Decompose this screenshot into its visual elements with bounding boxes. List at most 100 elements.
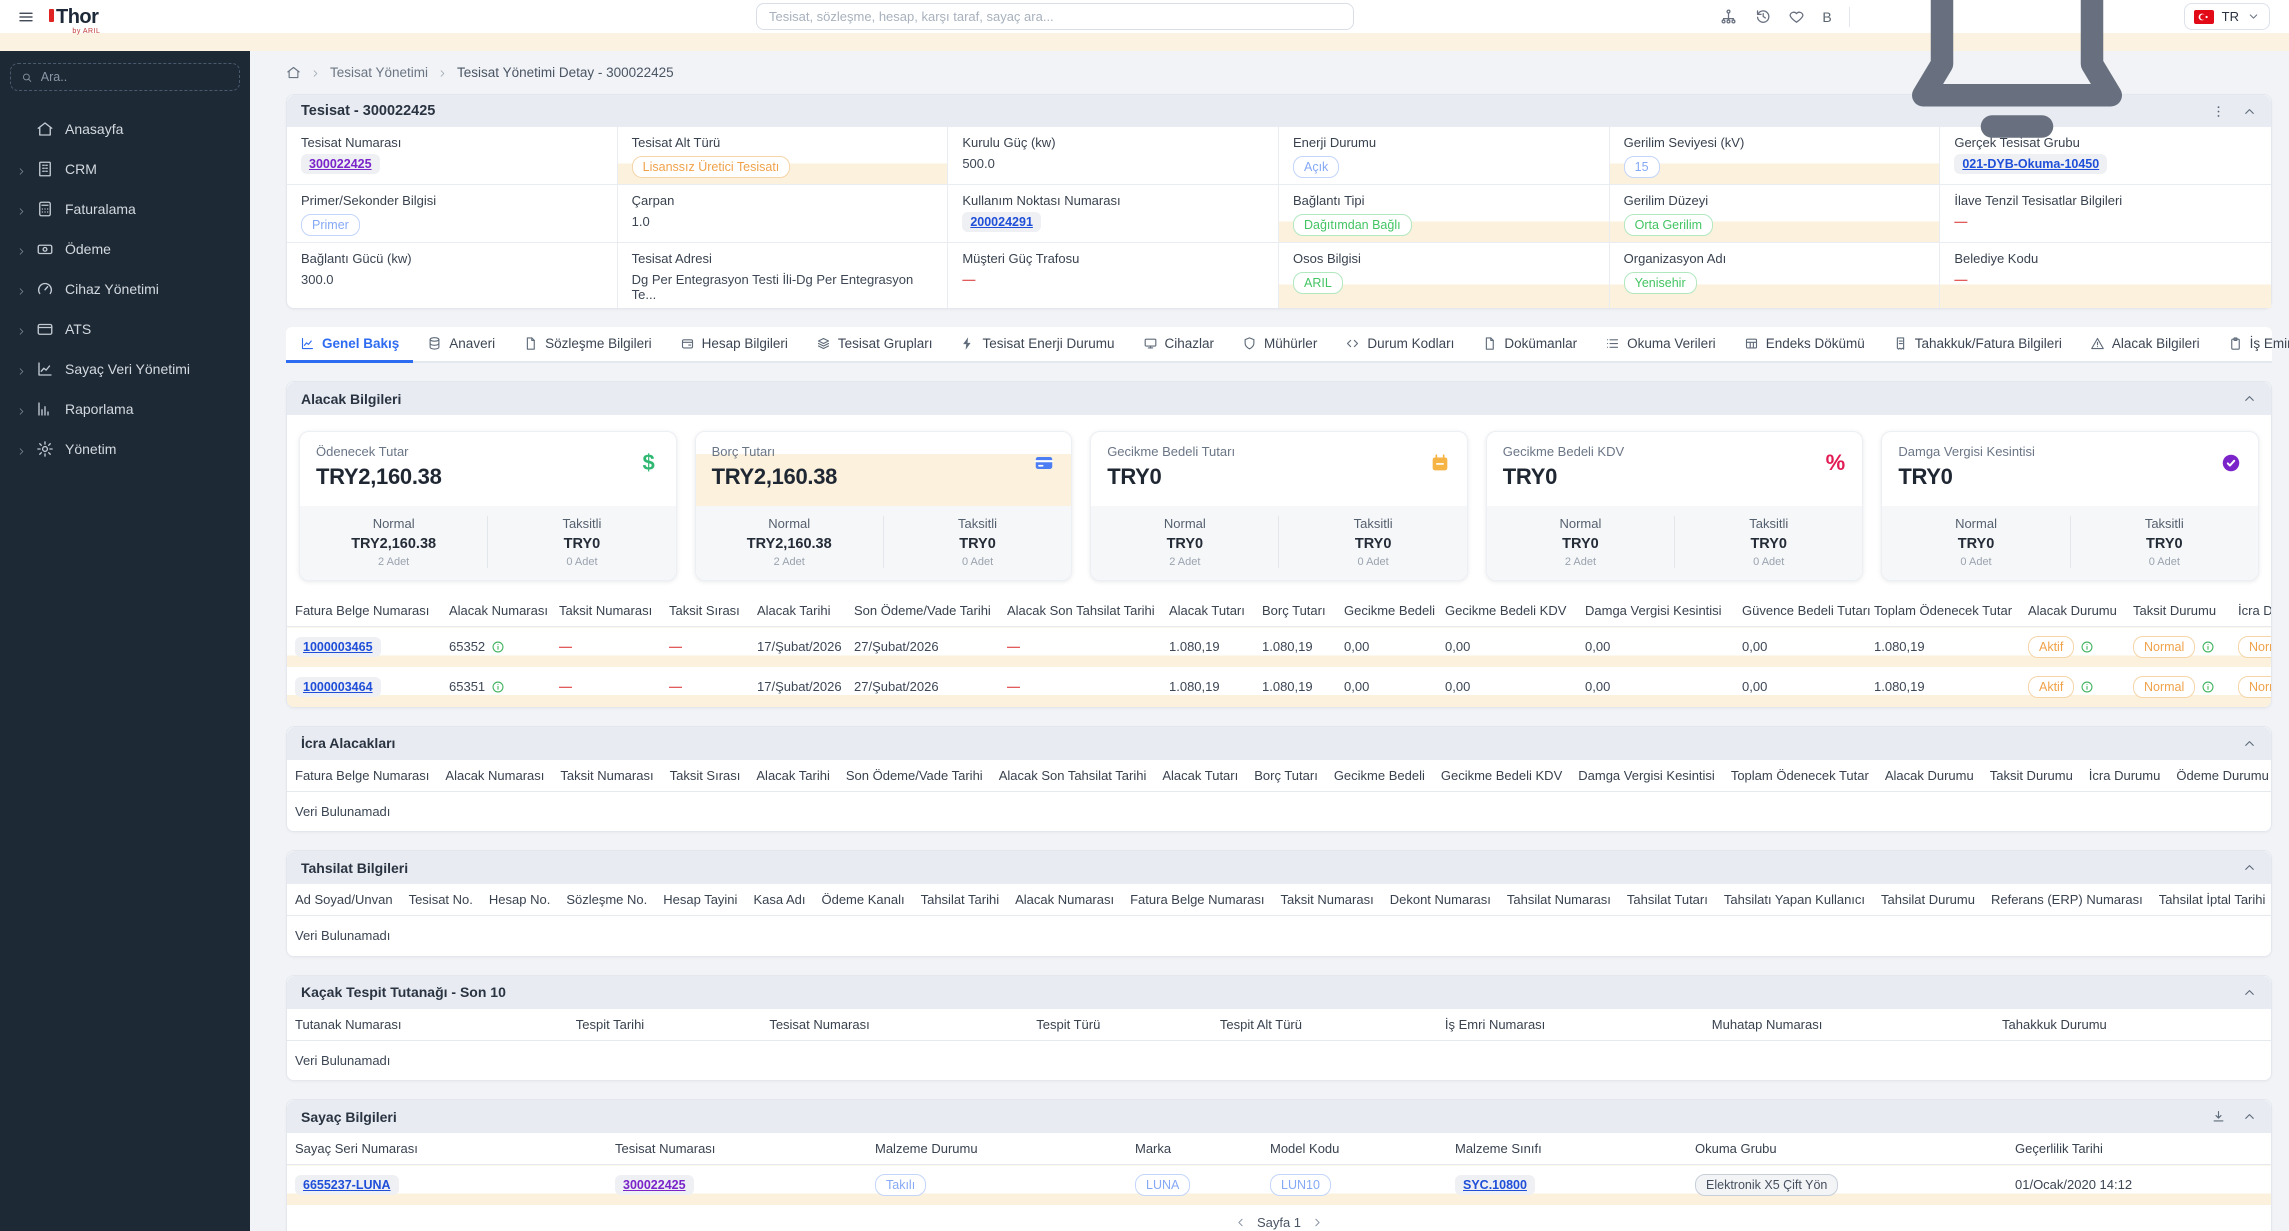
hamburger-menu-icon[interactable]: [17, 8, 35, 26]
sidebar-item--deme[interactable]: Ödeme: [10, 229, 240, 269]
tab-s-zle-me-bilgileri[interactable]: Sözleşme Bilgileri: [509, 327, 666, 363]
column-header: Alacak Numarası: [437, 759, 553, 792]
collapse-chevron-up-icon[interactable]: [2242, 104, 2257, 119]
kebab-menu-icon[interactable]: [2211, 104, 2226, 119]
sidebar-item-crm[interactable]: CRM: [10, 149, 240, 189]
sidebar-item-anasayfa[interactable]: Anasayfa: [10, 109, 240, 149]
cell-link[interactable]: 6655237-LUNA: [295, 1175, 399, 1196]
notifications-button[interactable]: 0: [1867, 0, 2167, 169]
global-search-input[interactable]: [756, 3, 1354, 30]
normal-value: TRY2,160.38: [746, 536, 832, 552]
info-icon[interactable]: [2201, 680, 2215, 694]
field-label: Tesisat Adresi: [631, 251, 712, 266]
home-icon[interactable]: [286, 65, 301, 80]
tab-tesisat-gruplar-[interactable]: Tesisat Grupları: [802, 327, 947, 363]
tab-hesap-bilgileri[interactable]: Hesap Bilgileri: [666, 327, 802, 363]
tab-cihazlar[interactable]: Cihazlar: [1129, 327, 1229, 363]
profile-initial[interactable]: B: [1822, 9, 1831, 25]
column-header: Ad Soyad/Unvan: [287, 884, 401, 916]
download-icon[interactable]: [2211, 1109, 2226, 1124]
normal-value: TRY0: [1166, 536, 1204, 552]
column-header: Alacak Tarihi: [748, 759, 838, 792]
language-selector[interactable]: TR: [2183, 3, 2270, 30]
table-row[interactable]: 1000003464 65351— —17/Şubat/2026 27/Şubat/2…: [287, 666, 2271, 707]
tab-anaveri[interactable]: Anaveri: [413, 327, 509, 363]
column-header: Damga Vergisi Kesintisi: [1570, 759, 1723, 792]
tahsilat-section-header: Tahsilat Bilgileri: [287, 851, 2271, 884]
info-icon[interactable]: [2080, 680, 2094, 694]
empty-dash: —: [1954, 214, 1968, 229]
history-icon[interactable]: [1754, 8, 1771, 25]
field-link[interactable]: 200024291: [962, 212, 1041, 232]
bell-icon: [1867, 0, 2167, 168]
tab-endeks-d-k-m-[interactable]: Endeks Dökümü: [1730, 327, 1879, 363]
field-primer-sekonder-bilgisi: Primer/Sekonder Bilgisi Primer: [287, 185, 618, 243]
taksitli-value: TRY0: [563, 536, 601, 552]
sidebar-search[interactable]: [10, 63, 240, 91]
sidebar-item-saya-veri-y-netimi[interactable]: Sayaç Veri Yönetimi: [10, 349, 240, 389]
info-icon[interactable]: [491, 640, 505, 654]
empty-row: Veri Bulunamadı: [287, 1040, 2271, 1080]
tab-durum-kodlar-[interactable]: Durum Kodları: [1331, 327, 1468, 363]
collapse-chevron-up-icon[interactable]: [2242, 985, 2257, 1000]
tab-genel-bak-[interactable]: Genel Bakış: [286, 327, 414, 363]
breadcrumb-current: Tesisat Yönetimi Detay - 300022425: [457, 65, 674, 80]
page-next-button[interactable]: [1311, 1216, 1324, 1229]
info-icon[interactable]: [2201, 640, 2215, 654]
calculator-icon: [36, 200, 54, 218]
column-header: Alacak Tutarı: [1154, 759, 1247, 792]
info-icon[interactable]: [491, 680, 505, 694]
sidebar-search-input[interactable]: [40, 70, 229, 84]
sidebar-item-ats[interactable]: ATS: [10, 309, 240, 349]
tab-label: Cihazlar: [1164, 336, 1215, 351]
cell-link[interactable]: SYC.10800: [1455, 1175, 1535, 1196]
sidebar-item-faturalama[interactable]: Faturalama: [10, 189, 240, 229]
sidebar-item-raporlama[interactable]: Raporlama: [10, 389, 240, 429]
collapse-chevron-up-icon[interactable]: [2242, 1109, 2257, 1124]
chevron-right-icon: [437, 67, 448, 78]
cell-link[interactable]: 1000003465: [295, 637, 381, 658]
page-prev-button[interactable]: [1234, 1216, 1247, 1229]
collapse-chevron-up-icon[interactable]: [2242, 860, 2257, 875]
tab-i-emirleri[interactable]: İş Emirleri: [2214, 327, 2289, 363]
tab-tahakkuk-fatura-bilgileri[interactable]: Tahakkuk/Fatura Bilgileri: [1879, 327, 2076, 363]
column-header: Taksit Sırası: [661, 759, 749, 792]
tab-tesisat-enerji-durumu[interactable]: Tesisat Enerji Durumu: [946, 327, 1128, 363]
sidebar-item-label: Yönetim: [65, 441, 117, 457]
chevron-right-icon: [16, 164, 27, 175]
collapse-chevron-up-icon[interactable]: [2242, 391, 2257, 406]
breadcrumb-tesisat-yonetimi[interactable]: Tesisat Yönetimi: [330, 65, 428, 80]
cell-link[interactable]: 1000003464: [295, 677, 381, 697]
tab-m-h-rler[interactable]: Mühürler: [1228, 327, 1331, 363]
column-header: Sözleşme No.: [558, 884, 656, 916]
field-link[interactable]: 300022425: [301, 154, 380, 174]
info-icon[interactable]: [2080, 640, 2094, 654]
tab-dok-manlar[interactable]: Dokümanlar: [1468, 327, 1591, 363]
percent-icon: %: [1825, 450, 1846, 475]
empty-dash: —: [559, 679, 572, 694]
collapse-chevron-up-icon[interactable]: [2242, 736, 2257, 751]
taksitli-label: Taksitli: [2144, 516, 2184, 531]
chart-line-icon: [36, 360, 54, 378]
taksitli-label: Taksitli: [958, 516, 998, 531]
field-label: Çarpan: [631, 193, 675, 208]
field-label: Bağlantı Gücü (kw): [301, 251, 412, 266]
field-tesisat-alt-türü: Tesisat Alt Türü Lisanssız Üretici Tesisa…: [617, 127, 949, 185]
sitemap-icon[interactable]: [1720, 8, 1737, 25]
cell-link[interactable]: 300022425: [615, 1175, 694, 1196]
warning-icon: [2090, 336, 2105, 351]
table-row[interactable]: 1000003465 65352— —17/Şubat/2026 27/Şubat/2…: [287, 626, 2271, 667]
turkish-flag-icon: [2193, 9, 2214, 24]
normal-value: TRY2,160.38: [351, 536, 437, 552]
tab-okuma-verileri[interactable]: Okuma Verileri: [1591, 327, 1730, 363]
favorites-heart-icon[interactable]: [1788, 8, 1805, 25]
tab-alacak-bilgileri[interactable]: Alacak Bilgileri: [2076, 327, 2214, 363]
table-row[interactable]: 6655237-LUNA 300022425 Takılı LUNA LUN10 SYC.…: [287, 1164, 2271, 1205]
bar-chart-icon: [36, 400, 54, 418]
column-header: Tesisat Numarası: [761, 1008, 1029, 1041]
sidebar: Anasayfa CRM Faturalama Ödeme Cihaz Yönetimi…: [0, 51, 250, 1231]
empty-dash: —: [669, 679, 682, 694]
sidebar-item-cihaz-y-netimi[interactable]: Cihaz Yönetimi: [10, 269, 240, 309]
column-header: Tahsilat Numarası: [1498, 884, 1619, 916]
sidebar-item-y-netim[interactable]: Yönetim: [10, 429, 240, 469]
